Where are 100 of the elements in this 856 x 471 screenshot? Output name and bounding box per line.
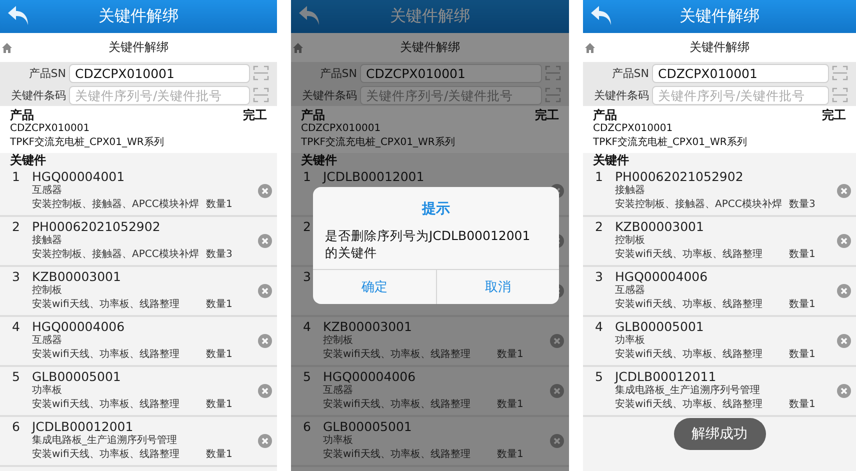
part-quantity: 数量1 (497, 448, 524, 462)
delete-icon[interactable] (837, 334, 851, 348)
input-field[interactable]: CDZCPX010001 (360, 64, 542, 82)
part-row[interactable]: 4 KZB00003001 控制板 安装wifi天线、功率板、线路整理 数量1 (291, 317, 569, 367)
part-code: HGQ00004006 (615, 269, 709, 284)
part-row[interactable]: 6 GLB00005001 功率板 安装wifi天线、功率板、线路整理 数量1 (291, 417, 569, 467)
field-label: 产品SN (610, 66, 649, 80)
part-code: KZB00003001 (32, 269, 122, 284)
input-field[interactable]: 关键件序列号/关键件批号 (69, 86, 250, 104)
row-index: 2 (595, 219, 603, 234)
status-label: 完工 (243, 108, 267, 122)
delete-icon[interactable] (258, 334, 272, 348)
input-field[interactable]: CDZCPX010001 (652, 64, 829, 82)
delete-icon[interactable] (837, 234, 851, 248)
row-index: 1 (12, 169, 20, 184)
page-subtitle: 关键件解绑 (108, 39, 168, 56)
part-code: KZB00003001 (323, 319, 413, 334)
part-description: 安装wifi天线、功率板、线路整理 (32, 398, 180, 412)
part-row[interactable]: 5 GLB00005001 功率板 安装wifi天线、功率板、线路整理 数量1 (0, 367, 277, 417)
part-description: 安装wifi天线、功率板、线路整理 (323, 398, 472, 412)
home-icon[interactable] (2, 43, 12, 53)
part-code: JCDLB00012001 (32, 419, 134, 434)
row-index: 4 (303, 319, 311, 334)
part-row[interactable]: 5 JCDLB00012011 集成电路板_生产追溯序列号管理 安装wifi天线、功率板、线路整理 数量1 (583, 367, 856, 417)
part-name: 控制板 (323, 334, 354, 348)
row-index: 6 (303, 419, 311, 434)
product-heading: 产品 (593, 108, 617, 122)
delete-icon[interactable] (550, 434, 564, 448)
input-field[interactable]: CDZCPX010001 (69, 64, 250, 82)
delete-icon[interactable] (258, 384, 272, 398)
part-row[interactable]: 3 KZB00003001 控制板 安装wifi天线、功率板、线路整理 数量1 (0, 267, 277, 317)
scan-icon[interactable] (545, 87, 561, 103)
scan-icon[interactable] (253, 87, 269, 103)
part-name: 功率板 (615, 334, 646, 348)
delete-icon[interactable] (837, 184, 851, 198)
part-name: 功率板 (32, 384, 63, 398)
scan-icon[interactable] (832, 65, 848, 81)
part-quantity: 数量1 (206, 448, 232, 462)
product-heading: 产品 (10, 108, 34, 122)
part-quantity: 数量1 (206, 298, 232, 312)
part-row[interactable]: 5 HGQ00004006 互感器 安装wifi天线、功率板、线路整理 数量1 (291, 367, 569, 417)
part-row[interactable]: 2 KZB00003001 控制板 安装wifi天线、功率板、线路整理 数量1 (583, 217, 856, 267)
part-quantity: 数量1 (497, 348, 524, 362)
row-index: 4 (12, 319, 20, 334)
input-field[interactable]: 关键件序列号/关键件批号 (652, 86, 829, 104)
product-code: CDZCPX010001 (593, 122, 674, 136)
dialog-title: 提示 (422, 200, 450, 218)
part-name: 集成电路板_生产追溯序列号管理 (615, 384, 761, 398)
scan-icon[interactable] (253, 65, 269, 81)
part-quantity: 数量1 (206, 198, 232, 212)
part-description: 安装wifi天线、功率板、线路整理 (615, 398, 764, 412)
part-code: HGQ00004001 (32, 169, 126, 184)
delete-icon[interactable] (258, 234, 272, 248)
dialog-message: 是否删除序列号为JCDLB00012001的关键件 (325, 227, 532, 261)
part-description: 安装控制板、接触器、APCC模块补焊 (32, 198, 200, 212)
delete-icon[interactable] (258, 434, 272, 448)
field-label: 产品SN (318, 66, 357, 80)
part-quantity: 数量1 (206, 398, 232, 412)
part-name: 接触器 (32, 234, 63, 248)
home-icon[interactable] (293, 43, 303, 53)
part-description: 安装控制板、接触器、APCC模块补焊 (615, 198, 783, 212)
part-row[interactable]: 6 JCDLB00012001 集成电路板_生产追溯序列号管理 安装wifi天线、功率板、线路整理 数量1 (0, 417, 277, 467)
scan-icon[interactable] (832, 87, 848, 103)
row-index: 5 (303, 369, 311, 384)
part-name: 接触器 (615, 184, 646, 198)
row-index: 1 (595, 169, 603, 184)
part-description: 安装控制板、接触器、APCC模块补焊 (32, 248, 200, 262)
scan-icon[interactable] (545, 65, 561, 81)
row-index: 5 (595, 369, 603, 384)
list-heading: 关键件 (300, 153, 338, 167)
part-quantity: 数量1 (789, 298, 816, 312)
home-icon[interactable] (585, 43, 595, 53)
part-code: GLB00005001 (323, 419, 413, 434)
part-description: 安装wifi天线、功率板、线路整理 (615, 298, 764, 312)
product-code: CDZCPX010001 (10, 122, 91, 136)
delete-icon[interactable] (837, 384, 851, 398)
row-index: 3 (595, 269, 603, 284)
delete-icon[interactable] (258, 184, 272, 198)
part-name: 控制板 (32, 284, 63, 298)
delete-icon[interactable] (550, 334, 564, 348)
part-code: HGQ00004006 (323, 369, 417, 384)
delete-icon[interactable] (837, 284, 851, 298)
part-quantity: 数量1 (497, 398, 524, 412)
part-row[interactable]: 4 GLB00005001 功率板 安装wifi天线、功率板、线路整理 数量1 (583, 317, 856, 367)
list-heading: 关键件 (8, 153, 47, 167)
delete-icon[interactable] (550, 384, 564, 398)
part-code: PH00062021052902 (32, 219, 162, 234)
part-quantity: 数量1 (206, 348, 232, 362)
part-row[interactable]: 3 HGQ00004006 互感器 安装wifi天线、功率板、线路整理 数量1 (583, 267, 856, 317)
part-row[interactable]: 1 HGQ00004001 互感器 安装控制板、接触器、APCC模块补焊 数量1 (0, 167, 277, 217)
status-label: 完工 (822, 108, 846, 122)
delete-icon[interactable] (258, 284, 272, 298)
part-name: 集成电路板_生产追溯序列号管理 (32, 434, 178, 448)
part-code: GLB00005001 (615, 319, 705, 334)
part-row[interactable]: 4 HGQ00004006 互感器 安装wifi天线、功率板、线路整理 数量1 (0, 317, 277, 367)
row-index: 2 (12, 219, 20, 234)
input-field[interactable]: 关键件序列号/关键件批号 (360, 86, 542, 104)
part-row[interactable]: 1 PH00062021052902 接触器 安装控制板、接触器、APCC模块补焊 数量3 (583, 167, 856, 217)
part-row[interactable]: 2 PH00062021052902 接触器 安装控制板、接触器、APCC模块补焊 数量3 (0, 217, 277, 267)
part-code: HGQ00004006 (32, 319, 126, 334)
